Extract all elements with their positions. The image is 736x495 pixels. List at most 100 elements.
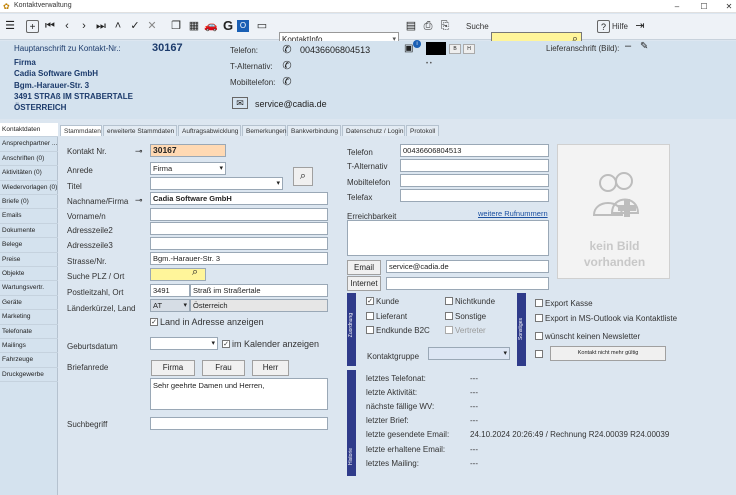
land-in-adresse-checkbox[interactable]: ✓: [150, 318, 158, 326]
sidebar-item[interactable]: Dokumente: [0, 224, 58, 239]
exit-icon[interactable]: ⇥: [632, 18, 648, 34]
tab-erweiterte-stammdaten[interactable]: erweiterte Stammdaten: [103, 125, 177, 136]
briefanrede-frau-button[interactable]: Frau: [202, 360, 245, 376]
kunde-checkbox[interactable]: ✓: [366, 297, 374, 305]
name-field[interactable]: Cadia Software GmbH: [150, 192, 328, 205]
vorname-field[interactable]: [150, 208, 328, 221]
sidebar-item[interactable]: Kontaktdaten: [0, 123, 58, 138]
land-code-select[interactable]: AT ▾: [150, 299, 190, 312]
sidebar-item[interactable]: Telefonate: [0, 325, 58, 339]
sidebar-item[interactable]: Fahrzeuge: [0, 353, 58, 368]
adresszeile3-field[interactable]: [150, 237, 328, 250]
endkunde-checkbox[interactable]: [366, 326, 374, 334]
print-icon[interactable]: ⎙: [420, 18, 436, 34]
briefanrede-herr-button[interactable]: Herr: [252, 360, 289, 376]
mobiltelefon-field[interactable]: [400, 174, 549, 187]
adresszeile2-field[interactable]: [150, 222, 328, 235]
email-button[interactable]: Email: [347, 260, 381, 275]
kalender-checkbox[interactable]: ✓: [222, 340, 230, 348]
mobile-phone-icon[interactable]: ✆: [280, 75, 294, 89]
phone-icon[interactable]: ✆: [280, 43, 294, 57]
strasse-field[interactable]: Bgm.-Harauer-Str. 3: [150, 252, 328, 265]
first-record-icon[interactable]: ⏮: [42, 18, 58, 34]
remove-icon[interactable]: –: [625, 40, 631, 52]
export-outlook-checkbox[interactable]: [535, 314, 543, 322]
sonstige-checkbox[interactable]: [445, 312, 453, 320]
tab-auftragsabwicklung[interactable]: Auftragsabwicklung: [178, 125, 241, 136]
next-record-icon[interactable]: ›: [76, 18, 92, 34]
internet-button[interactable]: Internet: [347, 276, 381, 291]
contact-image-placeholder[interactable]: kein Bild vorhanden: [557, 144, 670, 279]
ort-field[interactable]: Straß im Straßertale: [190, 284, 328, 297]
maximize-icon[interactable]: ☐: [697, 1, 711, 12]
lookup-search-button[interactable]: ⌕: [293, 167, 313, 186]
close-window-icon[interactable]: ✕: [722, 1, 736, 12]
telefon-field[interactable]: 00436606804513: [400, 144, 549, 157]
car-icon[interactable]: 🚗: [203, 18, 219, 34]
chart-icon[interactable]: ▦: [186, 18, 202, 34]
add-icon[interactable]: +: [26, 20, 39, 33]
telefax-field[interactable]: [400, 189, 549, 202]
prev-record-icon[interactable]: ‹: [59, 18, 75, 34]
edit-pencil-icon[interactable]: ✎: [640, 41, 648, 52]
key-icon[interactable]: ⊸: [135, 146, 143, 157]
sidebar-item[interactable]: Objekte: [0, 267, 58, 282]
sidebar-item[interactable]: Belege: [0, 238, 58, 253]
email-field[interactable]: service@cadia.de: [386, 260, 549, 273]
sidebar-item[interactable]: Ansprechpartner ...: [0, 137, 58, 152]
tab-datenschutz[interactable]: Datenschutz / Login: [342, 125, 405, 136]
tab-stammdaten[interactable]: Stammdaten: [60, 125, 102, 136]
sidebar-item[interactable]: Wiedervorlagen (0): [0, 181, 58, 195]
key-icon[interactable]: ⊸: [135, 195, 143, 206]
pdf-icon[interactable]: ⎘: [437, 18, 453, 34]
sidebar-item[interactable]: Druckgewerbe: [0, 368, 58, 383]
nicht-gueltig-checkbox[interactable]: [535, 350, 543, 358]
t-alternativ-field[interactable]: [400, 159, 549, 172]
tab-protokoll[interactable]: Protokoll: [406, 125, 439, 136]
google-icon[interactable]: G: [220, 18, 236, 34]
sidebar-item[interactable]: Mailings: [0, 339, 58, 354]
newsletter-checkbox[interactable]: [535, 332, 543, 340]
terminal-icon[interactable]: ▭: [254, 18, 270, 34]
briefanrede-textarea[interactable]: Sehr geehrte Damen und Herren,: [150, 378, 328, 410]
sidebar-item[interactable]: Wartungsvertr.: [0, 281, 58, 296]
last-record-icon[interactable]: ⏭: [93, 18, 109, 34]
copy-icon[interactable]: ❐: [168, 18, 184, 34]
help-icon[interactable]: ?: [597, 20, 610, 33]
sidebar-item[interactable]: Marketing: [0, 310, 58, 325]
color-swatch[interactable]: [426, 42, 446, 55]
outlook-icon[interactable]: O: [237, 20, 249, 32]
titel-select[interactable]: ▾: [150, 177, 283, 190]
anrede-select[interactable]: Firma ▾: [150, 162, 226, 175]
tab-bankverbindung[interactable]: Bankverbindung: [287, 125, 341, 136]
help-label[interactable]: Hilfe: [612, 22, 628, 31]
erreichbarkeit-textarea[interactable]: [347, 220, 549, 256]
phone-alt-icon[interactable]: ✆: [280, 59, 294, 73]
menu-icon[interactable]: ☰: [2, 18, 18, 34]
sidebar-item[interactable]: Emails: [0, 209, 58, 224]
weitere-rufnummern-link[interactable]: weitere Rufnummern: [478, 209, 548, 218]
email-icon[interactable]: ✉: [232, 97, 248, 109]
internet-field[interactable]: [386, 277, 549, 290]
kontaktgruppe-select[interactable]: ▾: [428, 347, 510, 360]
sidebar-item[interactable]: Anschriften (0): [0, 152, 58, 167]
plz-field[interactable]: 3491: [150, 284, 190, 297]
lieferant-checkbox[interactable]: [366, 312, 374, 320]
minimize-icon[interactable]: –: [670, 1, 684, 12]
sidebar-item[interactable]: Aktivitäten (0): [0, 166, 58, 181]
sidebar-item[interactable]: Briefe (0): [0, 195, 58, 210]
vertreter-checkbox[interactable]: [445, 326, 453, 334]
sidebar-item[interactable]: Geräte: [0, 296, 58, 311]
search-icon[interactable]: ⌕: [192, 266, 198, 279]
cancel-icon[interactable]: ✕: [144, 18, 160, 34]
tab-bemerkungen[interactable]: Bemerkungen: [242, 125, 286, 136]
camera-icon[interactable]: ▣: [404, 43, 413, 54]
kontakt-nr-field[interactable]: 30167: [150, 144, 226, 157]
nichtkunde-checkbox[interactable]: [445, 297, 453, 305]
notes-icon[interactable]: ▤: [403, 18, 419, 34]
export-kasse-checkbox[interactable]: [535, 299, 543, 307]
geburtsdatum-field[interactable]: ▾: [150, 337, 218, 350]
sidebar-item[interactable]: Preise: [0, 253, 58, 267]
briefanrede-firma-button[interactable]: Firma: [151, 360, 195, 376]
mini-b-button[interactable]: B: [449, 44, 461, 54]
